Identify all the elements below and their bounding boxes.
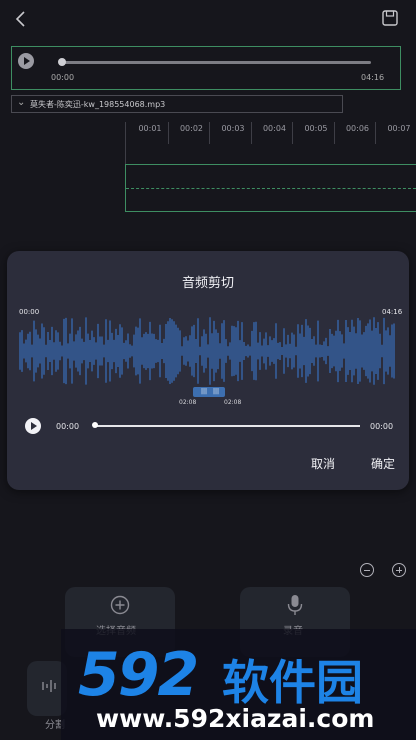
timeline-tick-label: 00:04	[262, 124, 286, 133]
timeline-tick-label: 00:06	[345, 124, 369, 133]
save-icon[interactable]	[380, 8, 400, 28]
timeline-tick: 00:04	[251, 122, 293, 144]
trim-handle-left-icon[interactable]: |||	[201, 388, 207, 395]
timeline-tick-label: 00:02	[179, 124, 203, 133]
trim-handles[interactable]: ||| |||	[193, 387, 225, 397]
progress-track[interactable]	[59, 61, 371, 64]
file-selector[interactable]: ⌄ 莫失者-陈奕迅-kw_198554068.mp3	[11, 95, 343, 113]
microphone-icon	[287, 595, 303, 615]
dialog-title: 音频剪切	[181, 276, 234, 291]
selection-end-time: 02:08	[224, 399, 242, 406]
timeline-tick: 00:05	[292, 122, 335, 144]
back-chevron-icon[interactable]	[10, 8, 32, 30]
audio-cut-dialog: 音频剪切 00:00 04:16 ||| ||| 02:08 02:08 00:…	[7, 251, 409, 490]
lane-divider	[126, 188, 416, 189]
timeline-tick: 00:02	[168, 122, 210, 144]
progress-knob[interactable]	[58, 58, 66, 66]
track-lanes[interactable]	[125, 164, 416, 212]
file-name: 莫失者-陈奕迅-kw_198554068.mp3	[30, 100, 166, 109]
timeline-tick: 00:07	[375, 122, 416, 144]
cancel-button[interactable]: 取消	[311, 455, 335, 472]
timeline-tick: 00:03	[209, 122, 252, 144]
split-icon	[42, 680, 56, 692]
timeline-tick: 00:06	[334, 122, 376, 144]
watermark-logo: 592	[78, 640, 199, 710]
watermark-url: www.592xiazai.com	[96, 704, 375, 733]
audio-player: 00:00 04:16	[11, 46, 401, 90]
watermark-brand: 软件园	[222, 656, 363, 711]
timeline-tick-label: 00:03	[221, 124, 245, 133]
timeline-ruler: 00:01 00:02 00:03 00:04 00:05 00:06 00:07	[125, 122, 416, 164]
timeline-tick-label: 00:01	[138, 124, 162, 133]
dialog-total-time: 00:00	[370, 422, 394, 431]
zoom-out-icon[interactable]	[360, 563, 374, 577]
waveform[interactable]	[19, 315, 397, 387]
selection-start-time: 02:08	[179, 399, 197, 406]
zoom-in-icon[interactable]	[392, 563, 406, 577]
total-time: 04:16	[361, 73, 385, 82]
chevron-down-icon: ⌄	[17, 97, 26, 108]
timeline-tick-label: 00:05	[304, 124, 328, 133]
play-button[interactable]	[18, 53, 34, 69]
timeline-tick-label: 00:07	[387, 124, 411, 133]
confirm-button[interactable]: 确定	[371, 455, 395, 472]
current-time: 00:00	[51, 73, 75, 82]
dialog-current-time: 00:00	[56, 422, 80, 431]
trim-handle-right-icon[interactable]: |||	[213, 388, 219, 395]
plus-circle-icon	[110, 595, 130, 615]
dialog-progress-knob[interactable]	[92, 422, 98, 428]
dialog-progress-track[interactable]	[94, 425, 360, 427]
timeline-tick: 00:01	[126, 122, 169, 144]
dialog-play-button[interactable]	[25, 418, 41, 434]
